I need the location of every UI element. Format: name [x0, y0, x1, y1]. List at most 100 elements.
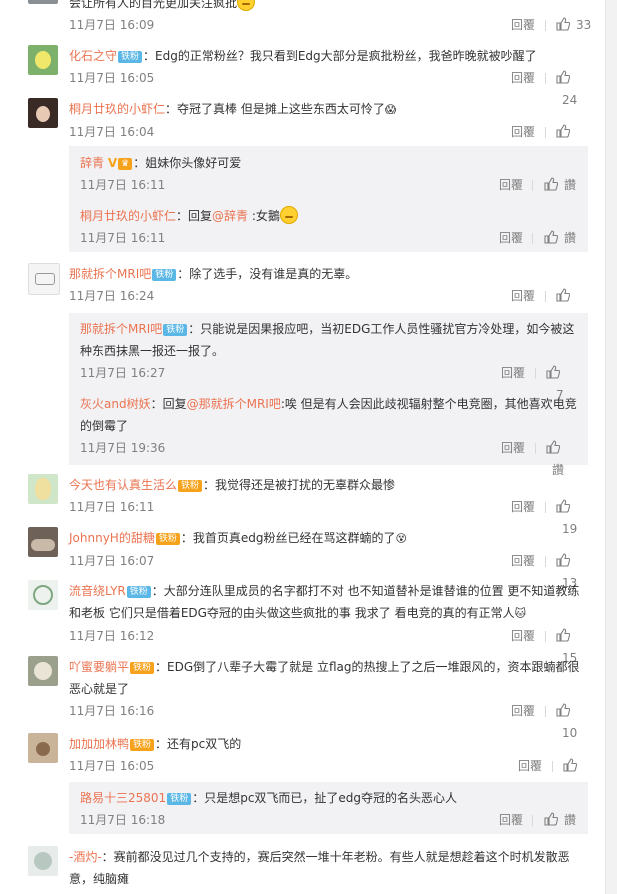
- reply-button[interactable]: 回覆: [499, 809, 523, 831]
- thumbs-up-icon: [546, 365, 560, 379]
- username[interactable]: -酒灼-: [69, 850, 102, 864]
- username[interactable]: 流音绕LYR: [69, 584, 126, 598]
- fan-badge[interactable]: 铁粉: [126, 586, 151, 598]
- reply-button[interactable]: 回覆: [511, 550, 535, 572]
- comment-text: ：赛前都没见过几个支持的，赛后突然一堆十年老粉。有些人就是想趁着这个时机发散恶意…: [69, 850, 570, 886]
- fan-badge[interactable]: 铁粉: [167, 793, 192, 805]
- timestamp: 11月7日 16:11: [69, 500, 155, 514]
- thumbs-up-icon: [556, 628, 570, 642]
- reply-button[interactable]: 回覆: [511, 14, 535, 36]
- divider: [545, 20, 546, 31]
- timestamp: 11月7日 16:11: [80, 178, 166, 192]
- divider: [545, 73, 546, 84]
- username[interactable]: 那就拆个MRI吧: [69, 267, 151, 281]
- sub-reply-box: 那就拆个MRI吧 铁粉 ：只能说是因果报应吧，当初EDG工作人员性骚扰官方冷处理，如…: [69, 313, 588, 477]
- sub-reply-item: 灰火and树妖：回复@那就拆个MRI吧:唉 但是有人会因此歧视辐射整个电竞圈，其…: [80, 393, 577, 477]
- divider: [545, 631, 546, 642]
- divider: [535, 443, 536, 454]
- thumbs-up-icon: [556, 553, 570, 567]
- fan-badge[interactable]: 铁粉: [152, 269, 177, 281]
- divider: [545, 127, 546, 138]
- divider: [545, 502, 546, 513]
- username[interactable]: 桐月廿玖的小虾仁: [69, 102, 165, 116]
- timestamp: 11月7日 16:07: [69, 554, 155, 568]
- username[interactable]: 化石之守: [69, 49, 117, 63]
- fan-badge[interactable]: 铁粉: [155, 533, 180, 545]
- avatar[interactable]: [28, 263, 60, 295]
- username[interactable]: 加加加林鸭: [69, 737, 129, 751]
- sub-reply-box: 路易十三25801 铁粉 ：只是想pc双飞而已，扯了edg夺冠的名头恶心人 11月7…: [69, 782, 588, 834]
- like-button[interactable]: 讚: [544, 227, 576, 249]
- username[interactable]: 桐月廿玖的小虾仁: [80, 209, 176, 223]
- reply-button[interactable]: 回覆: [501, 437, 525, 459]
- comment-text: ：还有pc双飞的: [155, 737, 242, 751]
- v-badge-icon: V: [107, 156, 118, 170]
- comment-text: ：除了选手，没有谁是真的无辜。: [177, 267, 358, 281]
- username[interactable]: 吖蜜要躺平: [69, 660, 129, 674]
- scrollbar-track[interactable]: [606, 0, 617, 894]
- timestamp: 11月7日 19:36: [80, 441, 166, 455]
- timestamp: 11月7日 16:09: [69, 18, 155, 32]
- reply-button[interactable]: 回覆: [499, 174, 523, 196]
- mention-link[interactable]: @那就拆个MRI吧: [187, 397, 281, 411]
- avatar[interactable]: [28, 846, 58, 876]
- timestamp: 11月7日 16:16: [69, 704, 155, 718]
- like-button[interactable]: 讚: [544, 809, 576, 831]
- username[interactable]: 辞青: [80, 156, 104, 170]
- thumbs-up-icon: [546, 440, 560, 454]
- like-label: 讚: [564, 813, 577, 827]
- mention-link[interactable]: @辞青: [212, 209, 248, 223]
- avatar[interactable]: [28, 0, 58, 4]
- avatar[interactable]: [28, 580, 58, 610]
- member-badge-icon: ♛: [118, 158, 133, 170]
- like-count: 33: [576, 18, 592, 32]
- avatar[interactable]: [28, 733, 58, 763]
- thumbs-up-icon: [544, 812, 558, 826]
- avatar[interactable]: [28, 656, 58, 686]
- reply-prefix: ：回复: [150, 397, 187, 411]
- comment-text: ：夺冠了真棒 但是摊上这些东西太可怜了: [165, 102, 385, 116]
- avatar[interactable]: [28, 527, 58, 557]
- timestamp: 11月7日 16:27: [80, 366, 166, 380]
- comment-text: ：只是想pc双飞而已，扯了edg夺冠的名头恶心人: [192, 791, 458, 805]
- thumbs-up-icon: [556, 124, 570, 138]
- fan-badge[interactable]: 铁粉: [178, 480, 203, 492]
- cat-emoji-icon: 🐱: [514, 607, 527, 620]
- username[interactable]: 路易十三25801: [80, 791, 166, 805]
- thumbs-up-icon: [556, 703, 570, 717]
- avatar[interactable]: [28, 474, 58, 504]
- divider: [552, 761, 553, 772]
- like-button[interactable]: 33: [556, 14, 591, 36]
- username[interactable]: JohnnyH的甜糖: [69, 531, 155, 545]
- sub-reply-item: 路易十三25801 铁粉 ：只是想pc双飞而已，扯了edg夺冠的名头恶心人 11月7…: [80, 787, 577, 831]
- like-button[interactable]: 讚: [544, 174, 576, 196]
- comment-text: :女鵝: [248, 209, 280, 223]
- timestamp: 11月7日 16:18: [80, 813, 166, 827]
- reply-button[interactable]: 回覆: [499, 227, 523, 249]
- reply-button[interactable]: 回覆: [511, 121, 535, 143]
- reply-button[interactable]: 回覆: [518, 755, 542, 777]
- avatar[interactable]: [28, 45, 58, 75]
- sub-reply-box: 辞青 V ♛ ：姐妹你头像好可爱 11月7日 16:11 回覆 讚 桐月廿玖的小虾仁…: [69, 146, 588, 252]
- reply-button[interactable]: 回覆: [501, 362, 525, 384]
- fan-badge[interactable]: 铁粉: [163, 324, 188, 336]
- reply-button[interactable]: 回覆: [511, 67, 535, 89]
- reply-button[interactable]: 回覆: [511, 625, 535, 647]
- comment-meta: 11月7日 16:09 回覆 33: [28, 14, 591, 36]
- username[interactable]: 灰火and树妖: [80, 397, 151, 411]
- fan-badge[interactable]: 铁粉: [130, 739, 155, 751]
- sub-reply-item: 那就拆个MRI吧 铁粉 ：只能说是因果报应吧，当初EDG工作人员性骚扰官方冷处理，如…: [80, 318, 577, 402]
- reply-button[interactable]: 回覆: [511, 496, 535, 518]
- dizzy-emoji-icon: 😵: [395, 532, 407, 545]
- reply-button[interactable]: 回覆: [511, 700, 535, 722]
- reply-prefix: ：回复: [176, 209, 213, 223]
- avatar[interactable]: [28, 98, 58, 128]
- username[interactable]: 今天也有认真生活么: [69, 478, 177, 492]
- fan-badge[interactable]: 铁粉: [118, 51, 143, 63]
- thumbs-up-icon: [556, 288, 570, 302]
- fan-badge[interactable]: 铁粉: [130, 662, 155, 674]
- reply-button[interactable]: 回覆: [511, 285, 535, 307]
- timestamp: 11月7日 16:11: [80, 231, 166, 245]
- username[interactable]: 那就拆个MRI吧: [80, 322, 162, 336]
- timestamp: 11月7日 16:05: [69, 71, 155, 85]
